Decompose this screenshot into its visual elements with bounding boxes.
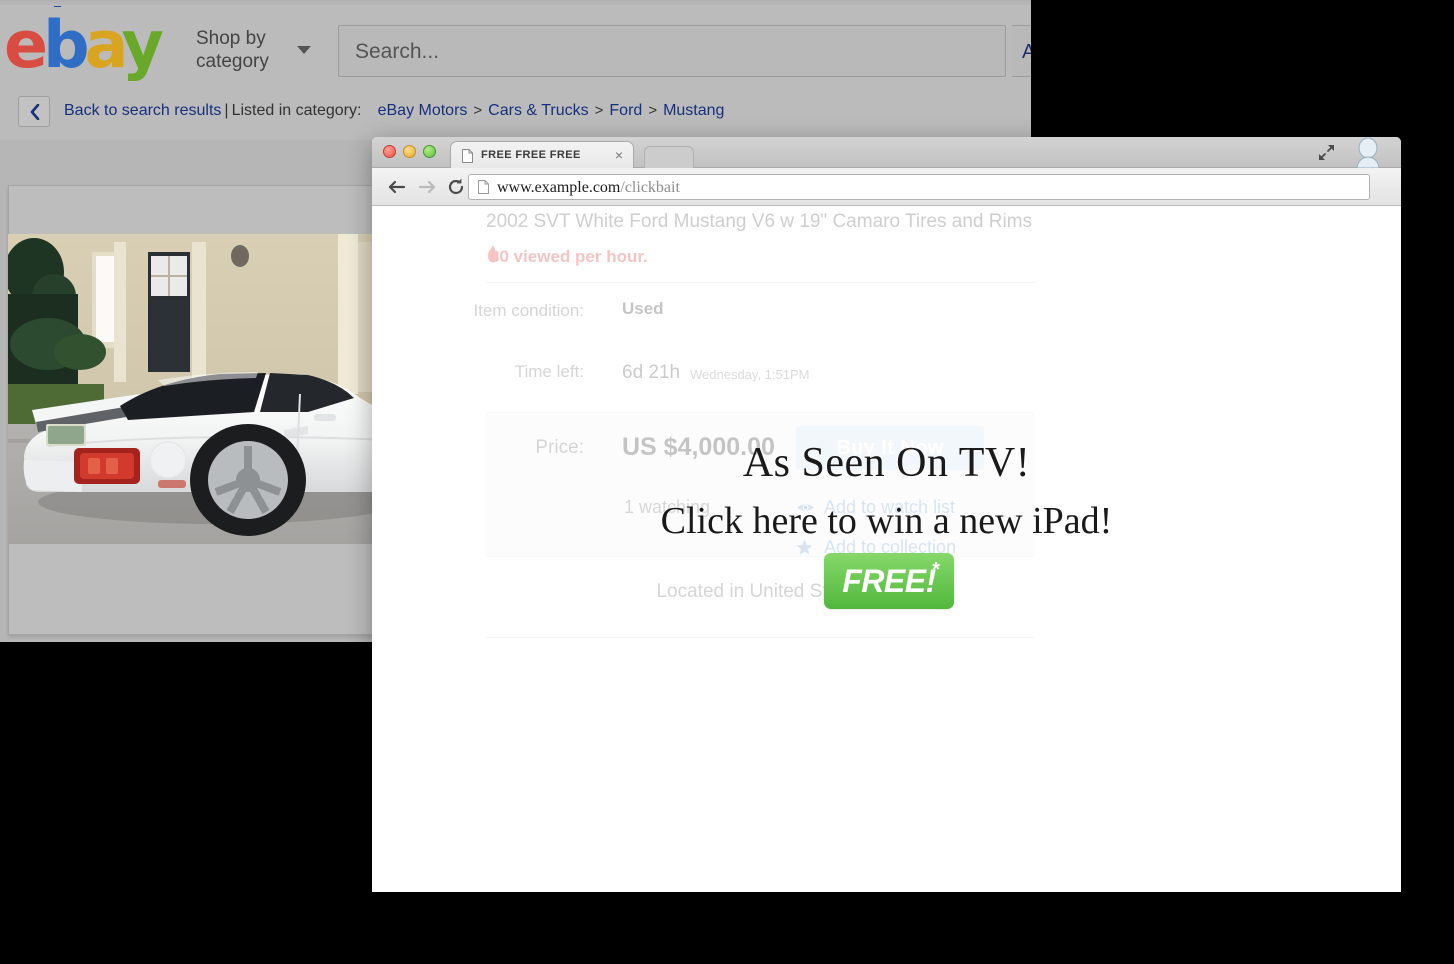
ad-subheadline[interactable]: Click here to win a new iPad! [372,499,1401,543]
browser-tab[interactable]: FREE FREE FREE × [450,141,634,169]
ebay-logo-letter-a: a [85,8,122,83]
browser-tab-bar: FREE FREE FREE × [372,137,1401,168]
all-categories-select[interactable]: All Categories [1012,25,1031,77]
breadcrumb: Back to search results|Listed in categor… [64,101,724,121]
free-button-asterisk: * [932,559,940,582]
reload-icon[interactable] [446,177,466,197]
ebay-header: ebay Shop by category Search... All Cate… [0,7,1031,85]
close-window-button[interactable] [383,145,396,158]
breadcrumb-item-mustang[interactable]: Mustang [663,102,724,119]
chevron-down-icon[interactable] [297,46,311,54]
maximize-window-button[interactable] [423,145,436,158]
item-condition-label: Item condition: [464,299,584,323]
listing-detail: 2002 SVT White Ford Mustang V6 w 19" Cam… [372,207,1401,779]
ebay-logo-letter-b: b [43,8,85,83]
close-tab-icon[interactable]: × [615,148,623,162]
avatar[interactable] [1351,137,1385,168]
browser-nav-bar: www.example.com/clickbait [372,168,1401,206]
shop-by-category-button[interactable]: Shop by category [196,27,296,73]
url-host: www.example.com [497,179,620,196]
address-bar-text: www.example.com/clickbait [497,179,680,197]
browser-tab-title: FREE FREE FREE [481,149,581,161]
ad-headline: As Seen On TV! [372,439,1401,487]
divider [486,282,1036,283]
browser-window: FREE FREE FREE × [372,137,1401,892]
back-icon[interactable] [387,177,407,197]
time-left-value: 6d 21h [622,362,680,384]
listing-detail-ghost: 2002 SVT White Ford Mustang V6 w 19" Cam… [372,207,1401,779]
new-tab-button[interactable] [644,146,694,169]
minimize-window-button[interactable] [403,145,416,158]
item-condition-value: Used [622,299,664,319]
forward-icon [417,177,437,197]
chevron-left-icon [30,104,40,120]
divider [486,637,1034,638]
ebay-logo-letter-y: y [122,8,159,83]
breadcrumb-sep-3: > [642,102,663,119]
back-to-search-button[interactable] [18,96,50,127]
ebay-logo[interactable]: ebay [4,13,159,79]
time-left-end-date: Wednesday, 1:51PM [690,367,809,382]
search-input[interactable]: Search... [338,25,1006,77]
address-bar[interactable]: www.example.com/clickbait [468,174,1370,200]
back-to-search-link[interactable]: Back to search results [64,102,221,119]
listed-in-category-label: Listed in category: [232,102,362,119]
free-button[interactable]: FREE! * [824,553,954,609]
url-path: /clickbait [620,179,680,196]
breadcrumb-sep-1: > [467,102,488,119]
document-icon [462,149,473,163]
search-placeholder: Search... [355,40,439,64]
listing-title: 2002 SVT White Ford Mustang V6 w 19" Cam… [486,211,1032,233]
fullscreen-icon[interactable] [1318,144,1335,161]
breadcrumb-item-ford[interactable]: Ford [609,102,642,119]
ebay-top-strip [0,0,1031,7]
all-categories-label: All Categories [1022,41,1031,64]
viewed-per-hour-text: 30 viewed per hour. [490,247,648,267]
breadcrumb-sep-2: > [589,102,610,119]
breadcrumb-item-cars-trucks[interactable]: Cars & Trucks [488,102,588,119]
breadcrumb-item-ebay-motors[interactable]: eBay Motors [378,102,468,119]
breadcrumb-divider: | [221,102,231,119]
screen: ebay Shop by category Search... All Cate… [0,0,1454,964]
time-left-label: Time left: [464,362,584,382]
browser-viewport: 2002 SVT White Ford Mustang V6 w 19" Cam… [372,207,1401,892]
ebay-logo-letter-e: e [4,8,43,83]
document-icon [478,180,489,194]
